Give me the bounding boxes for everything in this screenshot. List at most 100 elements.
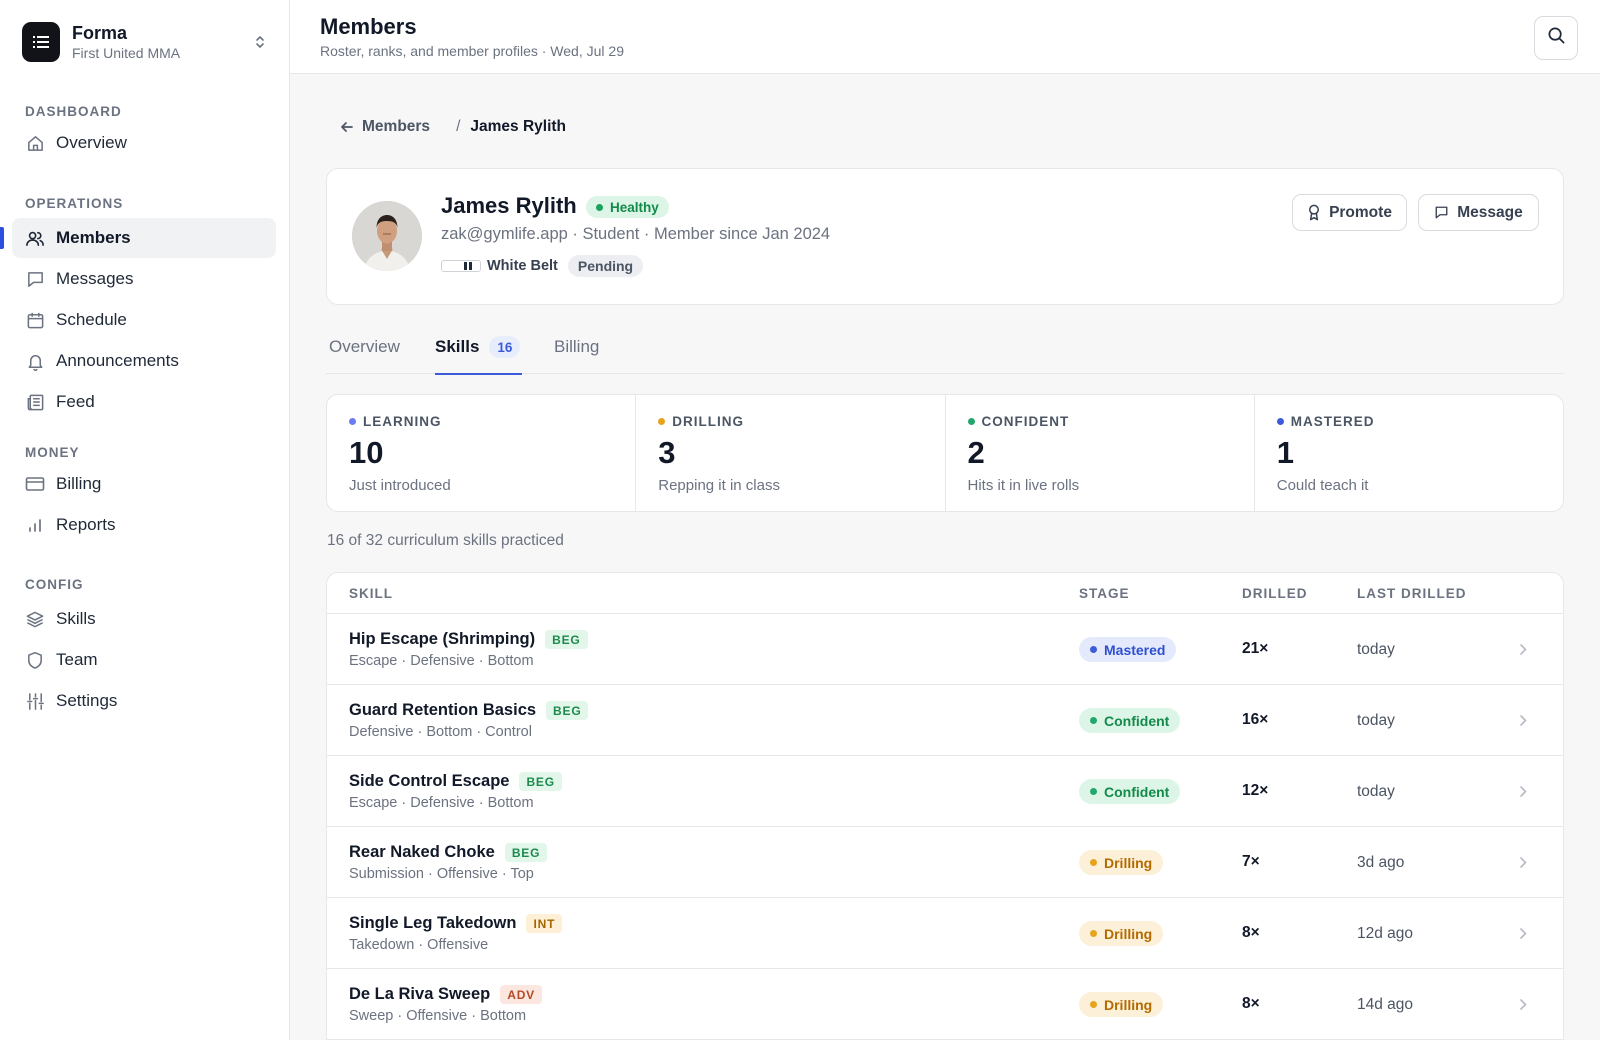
- stat-label: MASTERED: [1290, 414, 1375, 429]
- member-name: James Rylith: [441, 193, 577, 218]
- chevron-right-icon[interactable]: [1515, 712, 1531, 728]
- sidebar-item-reports[interactable]: Reports: [12, 505, 276, 545]
- chevron-right-icon[interactable]: [1515, 925, 1531, 941]
- message-icon: [1434, 205, 1449, 220]
- stage-label: Drilling: [1104, 854, 1153, 871]
- skill-tags: Submission · Offensive · Top: [349, 866, 534, 882]
- level-badge: BEG: [546, 701, 589, 720]
- stat-value: 2: [967, 435, 985, 470]
- table-row[interactable]: Side Control Escape BEG Escape · Defensiv…: [327, 756, 1563, 827]
- tab-billing[interactable]: Billing: [554, 320, 599, 374]
- tab-overview[interactable]: Overview: [329, 320, 400, 374]
- sidebar-item-label: Reports: [56, 515, 116, 534]
- sidebar-item-feed[interactable]: Feed: [12, 382, 276, 422]
- tab-skills[interactable]: Skills 16: [435, 320, 523, 375]
- drilled-count: 7×: [1242, 853, 1260, 870]
- stage-badge: Confident: [1079, 708, 1181, 733]
- promote-button-label: Promote: [1329, 203, 1392, 221]
- profile-tabs: Overview Skills 16 Billing: [326, 320, 1564, 375]
- sidebar-item-label: Skills: [56, 609, 96, 628]
- drilled-count: 21×: [1242, 640, 1269, 657]
- search-icon: [1547, 26, 1566, 50]
- breadcrumb-back-link[interactable]: Members: [340, 118, 430, 136]
- last-drilled: today: [1357, 641, 1395, 658]
- sidebar-item-announcements[interactable]: Announcements: [12, 341, 276, 381]
- skill-name: Guard Retention Basics: [349, 701, 537, 719]
- sidebar-item-label: Overview: [56, 133, 127, 152]
- tab-label: Skills: [435, 337, 480, 356]
- table-header: SKILL STAGE DRILLED LAST DRILLED: [327, 573, 1563, 614]
- stage-badge: Drilling: [1079, 921, 1164, 946]
- stage-dot: [967, 418, 975, 425]
- sidebar-item-skills[interactable]: Skills: [12, 599, 276, 639]
- sidebar-item-billing[interactable]: Billing: [12, 464, 276, 504]
- page-subtitle: Roster, ranks, and member profiles · Wed…: [320, 43, 624, 59]
- column-header-stage[interactable]: STAGE: [1079, 586, 1130, 601]
- tab-label: Overview: [329, 337, 400, 356]
- skill-tags: Escape · Defensive · Bottom: [349, 653, 534, 669]
- skills-table: SKILL STAGE DRILLED LAST DRILLED Hip Esc…: [326, 572, 1564, 1040]
- award-icon: [1307, 204, 1321, 221]
- promote-button[interactable]: Promote: [1292, 194, 1407, 231]
- breadcrumb-back-label: Members: [362, 118, 431, 135]
- chevron-right-icon[interactable]: [1515, 996, 1531, 1012]
- stat-value: 10: [349, 435, 384, 470]
- sidebar: Forma First United MMA DASHBOARD Overvie…: [0, 0, 290, 1040]
- sidebar-item-schedule[interactable]: Schedule: [12, 300, 276, 340]
- member-profile-card: James Rylith Healthy zak@gymlife.app · S…: [326, 168, 1564, 305]
- column-header-skill[interactable]: SKILL: [349, 586, 393, 601]
- sliders-icon: [25, 691, 45, 711]
- table-row[interactable]: De La Riva Sweep ADV Sweep · Offensive · …: [327, 969, 1563, 1040]
- sidebar-item-overview[interactable]: Overview: [12, 123, 276, 163]
- home-icon: [25, 133, 45, 153]
- arrow-left-icon: [340, 120, 354, 134]
- stat-label: LEARNING: [363, 414, 442, 429]
- sidebar-item-members[interactable]: Members: [0, 218, 276, 258]
- sidebar-item-label: Announcements: [56, 351, 179, 370]
- sidebar-item-label: Billing: [56, 474, 102, 493]
- column-header-drilled[interactable]: DRILLED: [1242, 586, 1308, 601]
- table-row[interactable]: Guard Retention Basics BEG Defensive · Bo…: [327, 685, 1563, 756]
- skill-tags: Defensive · Bottom · Control: [349, 724, 532, 740]
- stat-description: Just introduced: [349, 477, 451, 494]
- stat-label: DRILLING: [672, 414, 744, 429]
- breadcrumb-current: James Rylith: [470, 118, 567, 135]
- bar-chart-icon: [25, 515, 45, 535]
- stat-description: Hits it in live rolls: [967, 477, 1080, 494]
- users-icon: [25, 228, 45, 248]
- chevron-right-icon[interactable]: [1515, 641, 1531, 657]
- table-row[interactable]: Hip Escape (Shrimping) BEG Escape · Defen…: [327, 614, 1563, 685]
- sidebar-item-label: Messages: [56, 269, 134, 288]
- table-row[interactable]: Single Leg Takedown INT Takedown · Offens…: [327, 898, 1563, 969]
- stage-label: Confident: [1104, 783, 1170, 800]
- message-icon: [25, 269, 45, 289]
- skill-name: Single Leg Takedown: [349, 914, 517, 932]
- sidebar-item-messages[interactable]: Messages: [12, 259, 276, 299]
- skill-name: Hip Escape (Shrimping): [349, 630, 536, 648]
- avatar: [352, 201, 422, 271]
- last-drilled: today: [1357, 712, 1395, 729]
- chevron-right-icon[interactable]: [1515, 854, 1531, 870]
- chevron-right-icon[interactable]: [1515, 783, 1531, 799]
- level-badge: ADV: [500, 985, 542, 1004]
- stage-label: Drilling: [1104, 996, 1153, 1013]
- column-header-last-drilled[interactable]: LAST DRILLED: [1357, 586, 1467, 601]
- sidebar-item-team[interactable]: Team: [12, 640, 276, 680]
- stage-badge: Drilling: [1079, 850, 1164, 875]
- calendar-icon: [25, 310, 45, 330]
- table-row[interactable]: Rear Naked Choke BEG Submission · Offensi…: [327, 827, 1563, 898]
- chevron-up-down-icon[interactable]: [250, 32, 270, 52]
- level-badge: BEG: [504, 843, 548, 862]
- stat-description: Repping it in class: [658, 477, 780, 494]
- message-button[interactable]: Message: [1418, 194, 1539, 231]
- stage-badge: Confident: [1079, 779, 1181, 804]
- workspace-switcher[interactable]: Forma First United MMA: [22, 22, 270, 62]
- stage-badge: Mastered: [1079, 637, 1177, 662]
- last-drilled: today: [1357, 783, 1395, 800]
- search-button[interactable]: [1534, 16, 1578, 60]
- sidebar-item-label: Schedule: [56, 310, 127, 329]
- sidebar-item-settings[interactable]: Settings: [12, 681, 276, 721]
- nav-section-config: CONFIG Skills Team Settings: [0, 575, 290, 721]
- belt-status-badge: Pending: [567, 255, 644, 277]
- layers-icon: [25, 609, 45, 629]
